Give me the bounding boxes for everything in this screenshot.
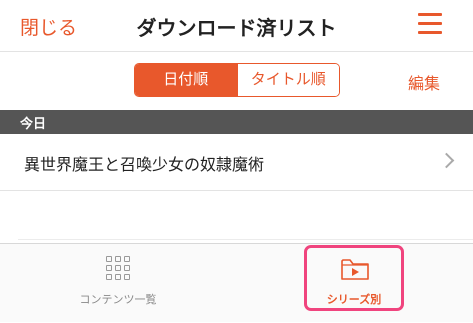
list-item-title: 異世界魔王と召喚少女の奴隷魔術 [24,155,265,174]
edit-button[interactable]: 編集 [408,70,440,94]
grid-icon [106,256,130,280]
chevron-right-icon [438,152,455,169]
tab-content-list[interactable]: コンテンツ一覧 [0,244,236,323]
sort-segmented-control: 日付順 タイトル順 [134,63,340,97]
section-heading-today: 今日 [20,117,47,132]
sort-by-date-button[interactable]: 日付順 [135,64,237,96]
header-bar: 閉じる ダウンロード済リスト [0,0,473,52]
sort-by-title-button[interactable]: タイトル順 [236,64,339,96]
list-item[interactable]: 異世界魔王と召喚少女の奴隷魔術 [0,134,473,191]
page-title: ダウンロード済リスト [136,16,337,40]
divider [18,239,473,240]
tab-label: コンテンツ一覧 [79,293,157,306]
section-header: 今日 [0,110,473,134]
highlight-frame [304,245,404,311]
hamburger-menu-icon[interactable] [414,11,446,37]
